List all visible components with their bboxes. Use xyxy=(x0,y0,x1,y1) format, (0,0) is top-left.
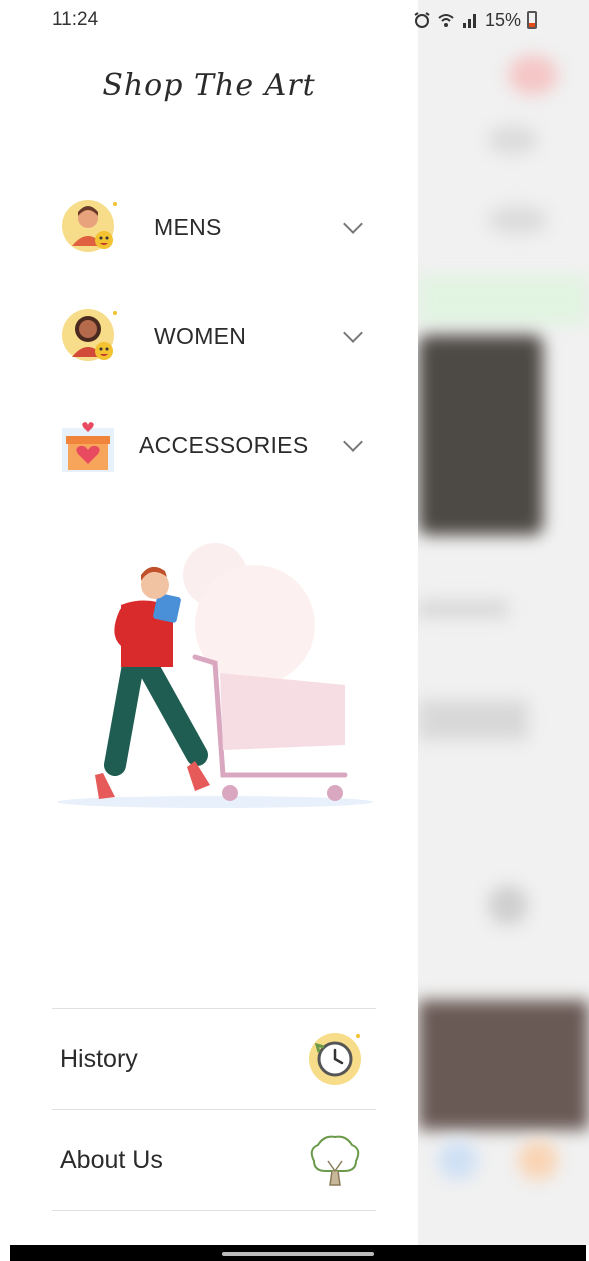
menu-item-label: History xyxy=(60,1044,138,1073)
menu-item-label: About Us xyxy=(60,1145,163,1174)
status-bar: 11:24 15% xyxy=(0,0,589,40)
gift-box-icon xyxy=(60,414,118,476)
category-accessories[interactable]: ACCESSORIES xyxy=(60,410,370,480)
brand-title: Shop The Art xyxy=(102,68,316,103)
woman-avatar-icon xyxy=(60,305,122,367)
category-label: WOMEN xyxy=(154,322,247,349)
category-mens[interactable]: MENS xyxy=(60,192,370,262)
chevron-down-icon[interactable] xyxy=(343,214,363,234)
status-time: 11:24 xyxy=(52,9,99,30)
category-women[interactable]: WOMEN xyxy=(60,301,370,371)
menu-item-about-us[interactable]: About Us xyxy=(52,1110,376,1210)
category-label: MENS xyxy=(154,213,222,240)
navigation-drawer: Shop The Art MENS WOMEN ACCESSORIES Hist… xyxy=(0,0,418,1245)
category-label: ACCESSORIES xyxy=(139,431,309,458)
man-avatar-icon xyxy=(60,196,122,258)
background-app-blurred xyxy=(418,0,589,1245)
menu-item-history[interactable]: History xyxy=(52,1009,376,1109)
home-gesture-handle[interactable] xyxy=(222,1252,374,1256)
battery-percent: 15% xyxy=(484,9,521,30)
shopper-with-cart-illustration xyxy=(57,543,373,808)
tree-icon xyxy=(310,1135,360,1186)
battery-icon xyxy=(527,11,537,29)
divider xyxy=(52,1210,376,1211)
chevron-down-icon[interactable] xyxy=(343,432,363,452)
wifi-icon xyxy=(438,14,454,27)
alarm-icon xyxy=(414,12,430,28)
signal-icon xyxy=(462,14,476,28)
history-clock-icon xyxy=(309,1033,361,1085)
chevron-down-icon[interactable] xyxy=(343,323,363,343)
